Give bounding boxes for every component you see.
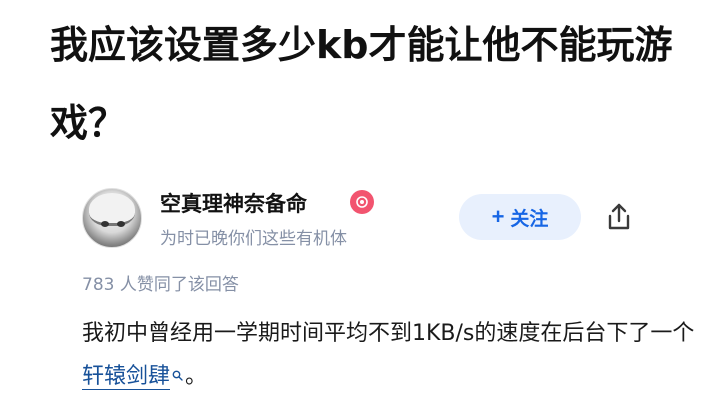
question-title: 我应该设置多少kb才能让他不能玩游戏？ xyxy=(50,23,673,145)
follow-label: 关注 xyxy=(510,208,549,230)
answer-header: 空真理神奈备命 为时已晚你们这些有机体 + 关注 xyxy=(82,186,642,250)
plus-icon: + xyxy=(491,204,505,229)
author-bio: 为时已晚你们这些有机体 xyxy=(160,229,347,249)
author-name[interactable]: 空真理神奈备命 xyxy=(160,188,307,218)
answer-text-end: 。 xyxy=(185,364,208,389)
author-avatar[interactable] xyxy=(82,188,142,248)
game-link[interactable]: 轩辕剑肆 xyxy=(82,364,171,390)
follow-button[interactable]: + 关注 xyxy=(459,194,581,240)
medal-badge-icon xyxy=(350,190,374,214)
search-icon[interactable] xyxy=(172,353,183,396)
answer-text: 我初中曾经用一学期时间平均不到1KB/s的速度在后台下了一个 xyxy=(82,321,695,346)
share-icon[interactable] xyxy=(602,200,636,234)
vote-count-text: 783 人赞同了该回答 xyxy=(82,275,239,295)
answer-content: 我初中曾经用一学期时间平均不到1KB/s的速度在后台下了一个轩辕剑肆。 xyxy=(82,312,702,398)
